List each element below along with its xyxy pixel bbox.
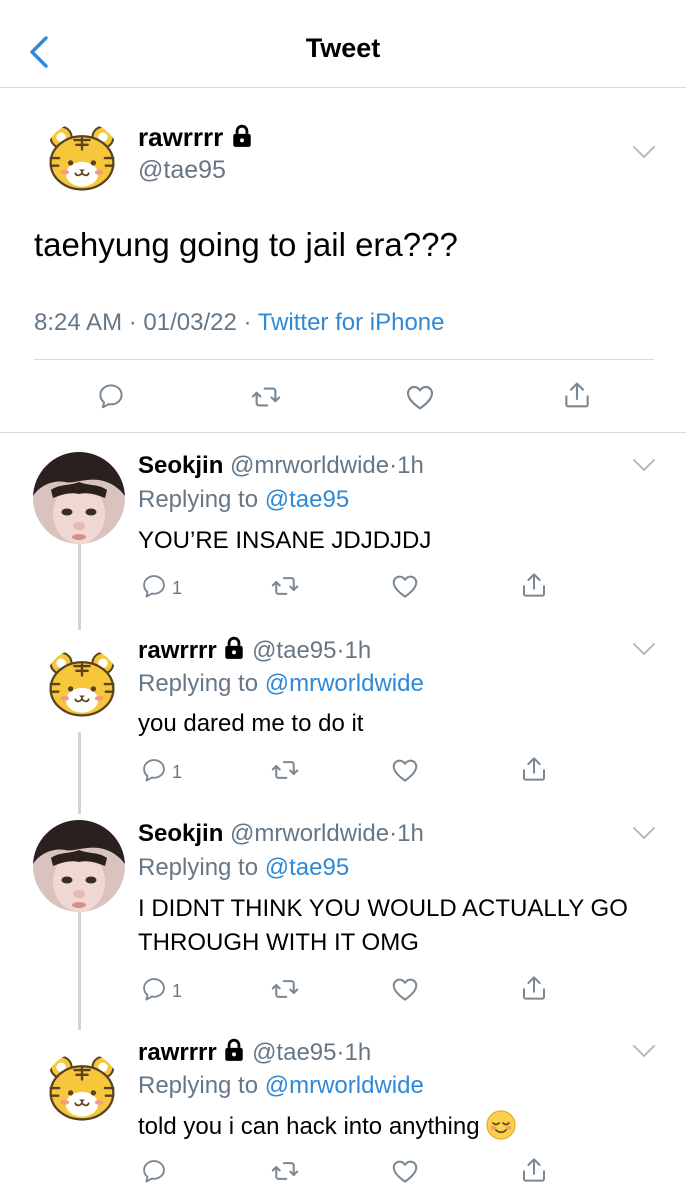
reply-icon[interactable]	[140, 1157, 168, 1185]
reply-icon[interactable]	[140, 572, 168, 600]
heart-icon[interactable]	[390, 755, 420, 785]
author-handle[interactable]: @tae95	[138, 156, 226, 185]
tweet-text: taehyung going to jail era???	[34, 226, 458, 263]
divider	[34, 359, 654, 360]
avatar[interactable]	[44, 648, 120, 724]
author-name[interactable]: Seokjin	[138, 452, 223, 479]
replying-to-label: Replying to	[138, 486, 259, 513]
meta-separator: ·	[243, 309, 252, 336]
retweet-icon[interactable]	[270, 974, 300, 1004]
share-icon[interactable]	[519, 570, 549, 600]
tweet-source[interactable]: Twitter for iPhone	[258, 309, 445, 336]
thread-line	[78, 544, 81, 630]
meta-separator: ·	[389, 452, 398, 479]
thread-line	[78, 732, 81, 814]
replying-to-link[interactable]: @tae95	[265, 486, 349, 513]
author-name[interactable]: rawrrrr	[138, 637, 217, 664]
reply-count: 1	[172, 762, 183, 782]
replying-to: Replying to @mrworldwide	[138, 1072, 424, 1100]
replying-to-label: Replying to	[138, 1072, 259, 1099]
reply-header: rawrrrr @tae95·1h	[138, 1038, 371, 1067]
author-handle[interactable]: @mrworldwide	[230, 820, 389, 847]
tweet-time: 8:24 AM	[34, 309, 123, 336]
replying-to-link[interactable]: @tae95	[265, 854, 349, 881]
lock-icon	[231, 124, 253, 148]
reply-header: rawrrrr @tae95·1h	[138, 636, 371, 665]
replying-to: Replying to @tae95	[138, 854, 349, 882]
author-name[interactable]: Seokjin	[138, 820, 223, 847]
reply-text: I DIDNT THINK YOU WOULD ACTUALLY GO THRO…	[138, 895, 628, 956]
meta-separator: ·	[128, 309, 137, 336]
reply-time: 1h	[397, 452, 424, 479]
retweet-icon[interactable]	[270, 571, 300, 601]
reply-header: Seokjin @mrworldwide·1h	[138, 452, 424, 480]
heart-icon[interactable]	[390, 974, 420, 1004]
share-icon[interactable]	[519, 973, 549, 1003]
heart-icon[interactable]	[390, 571, 420, 601]
heart-icon[interactable]	[390, 1156, 420, 1186]
relieved-face-emoji	[486, 1110, 516, 1140]
author-handle[interactable]: @tae95	[252, 1039, 336, 1066]
replying-to-link[interactable]: @mrworldwide	[265, 1072, 424, 1099]
avatar[interactable]	[44, 1052, 120, 1128]
reply-time: 1h	[344, 637, 372, 664]
reply-text: YOU’RE INSANE JDJDJDJ	[138, 527, 432, 554]
navigation-bar: Tweet	[0, 0, 686, 88]
replying-to-label: Replying to	[138, 670, 259, 697]
replying-to-label: Replying to	[138, 854, 259, 881]
lock-icon	[223, 1038, 245, 1062]
reply-time: 1h	[397, 820, 424, 847]
retweet-icon[interactable]	[270, 755, 300, 785]
divider	[0, 432, 686, 433]
author-name[interactable]: rawrrrr	[138, 1039, 217, 1066]
share-icon[interactable]	[519, 1155, 549, 1185]
meta-separator: ·	[389, 820, 398, 847]
tweet-metadata: 8:24 AM · 01/03/22 · Twitter for iPhone	[34, 309, 444, 337]
chevron-down-icon[interactable]	[632, 642, 656, 656]
replying-to: Replying to @mrworldwide	[138, 670, 424, 698]
reply-time: 1h	[344, 1039, 372, 1066]
retweet-icon[interactable]	[270, 1156, 300, 1186]
author-name[interactable]: rawrrrr	[138, 122, 253, 153]
avatar[interactable]	[33, 452, 125, 544]
chevron-down-icon[interactable]	[632, 826, 656, 840]
avatar[interactable]	[44, 122, 120, 198]
reply-header: Seokjin @mrworldwide·1h	[138, 820, 424, 848]
reply-icon[interactable]	[140, 975, 168, 1003]
tweet-date: 01/03/22	[143, 309, 237, 336]
share-icon[interactable]	[561, 379, 593, 411]
heart-icon[interactable]	[404, 381, 436, 413]
reply-text-row: told you i can hack into anything	[138, 1110, 658, 1144]
chevron-down-icon[interactable]	[632, 458, 656, 472]
author-handle[interactable]: @mrworldwide	[230, 452, 389, 479]
reply-text: told you i can hack into anything	[138, 1113, 480, 1140]
share-icon[interactable]	[519, 754, 549, 784]
author-handle[interactable]: @tae95	[252, 637, 336, 664]
page-title: Tweet	[305, 33, 381, 63]
replying-to: Replying to @tae95	[138, 486, 349, 514]
chevron-down-icon[interactable]	[632, 1044, 656, 1058]
thread-line	[78, 912, 81, 1030]
chevron-down-icon[interactable]	[632, 145, 656, 159]
reply-count: 1	[172, 578, 183, 598]
lock-icon	[223, 636, 245, 660]
reply-count: 1	[172, 981, 183, 1001]
replying-to-link[interactable]: @mrworldwide	[265, 670, 424, 697]
reply-text: you dared me to do it	[138, 710, 364, 737]
reply-icon[interactable]	[96, 381, 126, 411]
reply-icon[interactable]	[140, 756, 168, 784]
avatar[interactable]	[33, 820, 125, 912]
retweet-icon[interactable]	[250, 381, 282, 413]
